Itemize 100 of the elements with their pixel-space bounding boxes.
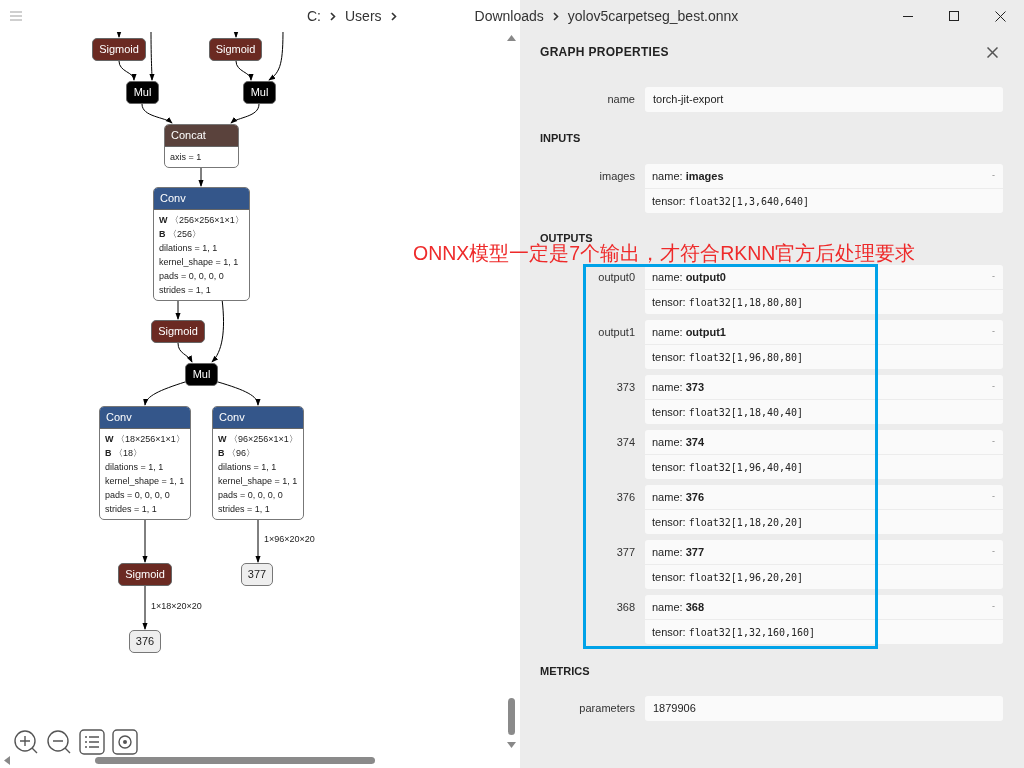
graph-node[interactable]: Mul	[185, 363, 218, 386]
node-attribute: W 〈96×256×1×1〉	[218, 433, 298, 446]
edge-arrow	[268, 32, 284, 81]
node-attribute: pads = 0, 0, 0, 0	[159, 270, 225, 283]
close-icon[interactable]	[995, 10, 1006, 22]
expand-button[interactable]: -	[992, 380, 995, 392]
list-icon[interactable]	[79, 729, 105, 755]
graph-node[interactable]: Sigmoid	[151, 320, 205, 343]
expand-button[interactable]: -	[992, 490, 995, 502]
edge-arrow	[142, 585, 148, 630]
field-label: output0	[597, 270, 635, 285]
node-header[interactable]: Conv	[154, 188, 249, 210]
zoom-in-icon[interactable]	[13, 729, 39, 755]
chevron-icon	[330, 11, 336, 21]
node-card[interactable]: Concat axis = 1	[164, 124, 239, 168]
node-attribute: kernel_shape = 1, 1	[105, 475, 185, 488]
expand-button[interactable]: -	[992, 169, 995, 181]
output-node[interactable]: 376	[129, 630, 161, 653]
field-label: 374	[615, 435, 635, 450]
expand-button[interactable]: -	[992, 435, 995, 447]
node-attribute: W 〈18×256×1×1〉	[105, 433, 185, 446]
graph-node[interactable]: Sigmoid	[92, 38, 146, 61]
scrollbar-thumb[interactable]	[95, 757, 375, 764]
node-attribute: dilations = 1, 1	[218, 461, 278, 474]
node-attribute: dilations = 1, 1	[159, 242, 219, 255]
scroll-left-icon[interactable]	[4, 756, 10, 765]
edge-arrow	[255, 518, 261, 563]
output-node[interactable]: 377	[241, 563, 273, 586]
tensor-type: tensor: float32[1,96,20,20]	[651, 570, 805, 585]
node-card[interactable]: Conv W 〈18×256×1×1〉 B 〈18〉 dilations = 1, 1 kernel_shape = 1, 1 pads = 0, 0, 0, 0 strides = 1, 1	[99, 406, 191, 520]
field-label: parameters	[578, 701, 635, 716]
section-heading: METRICS	[540, 664, 591, 679]
scroll-down-icon[interactable]	[507, 742, 516, 748]
node-attribute: B 〈256〉	[159, 228, 203, 241]
close-icon[interactable]	[987, 46, 998, 58]
edge-arrow	[235, 60, 253, 81]
expand-button[interactable]: -	[992, 270, 995, 282]
field-label: 377	[615, 545, 635, 560]
graph-node[interactable]: Sigmoid	[118, 563, 172, 586]
edge-label: 1×18×20×20	[151, 601, 202, 611]
expand-button[interactable]: -	[992, 325, 995, 337]
panel-title: GRAPH PROPERTIES	[540, 45, 669, 59]
breadcrumb-item[interactable]: Users	[345, 8, 382, 24]
node-attribute: strides = 1, 1	[105, 503, 158, 516]
edge-arrow	[116, 32, 122, 38]
chevron-icon	[552, 11, 559, 21]
tensor-type: tensor: float32[1,96,40,40]	[651, 460, 805, 475]
field-label: 376	[615, 490, 635, 505]
scroll-up-icon[interactable]	[507, 35, 516, 41]
edge-arrow	[177, 342, 193, 363]
scrollbar-thumb[interactable]	[508, 698, 515, 735]
breadcrumb-item[interactable]: C:	[307, 8, 321, 24]
zoom-out-icon[interactable]	[46, 729, 72, 755]
node-attribute: kernel_shape = 1, 1	[218, 475, 298, 488]
node-card[interactable]: Conv W 〈96×256×1×1〉 B 〈96〉 dilations = 1, 1 kernel_shape = 1, 1 pads = 0, 0, 0, 0 strides = 1, 1	[212, 406, 304, 520]
node-attribute: W 〈256×256×1×1〉	[159, 214, 244, 227]
node-attribute: pads = 0, 0, 0, 0	[218, 489, 284, 502]
annotation-text: ONNX模型一定是7个输出，才符合RKNN官方后处理要求	[413, 242, 916, 266]
node-attribute: kernel_shape = 1, 1	[159, 256, 240, 269]
graph-node[interactable]: Sigmoid	[209, 38, 262, 61]
node-attribute: strides = 1, 1	[159, 284, 212, 297]
field-label: 373	[615, 380, 635, 395]
field-label: output1	[597, 325, 635, 340]
node-attribute: strides = 1, 1	[218, 503, 271, 516]
edge-arrow	[230, 103, 260, 124]
node-attribute: dilations = 1, 1	[105, 461, 165, 474]
edge-arrow	[142, 518, 148, 563]
tensor-type: tensor: float32[1,3,640,640]	[651, 194, 811, 209]
breadcrumb-item[interactable]: Downloads	[474, 8, 544, 24]
graph-node[interactable]: Mul	[126, 81, 159, 104]
edge-arrow	[175, 298, 181, 320]
value-field: 1879906	[645, 696, 1003, 721]
edge-arrow	[149, 32, 155, 81]
expand-button[interactable]: -	[992, 545, 995, 557]
node-header[interactable]: Conv	[213, 407, 303, 429]
field-label: name	[606, 92, 635, 107]
tensor-type: tensor: float32[1,18,20,20]	[651, 515, 805, 530]
section-heading: OUTPUTS	[540, 231, 594, 244]
node-attribute: pads = 0, 0, 0, 0	[105, 489, 171, 502]
target-icon[interactable]	[112, 729, 138, 755]
maximize-icon[interactable]	[949, 11, 959, 21]
edge-arrow	[233, 32, 239, 38]
node-attribute: B 〈96〉	[218, 447, 256, 460]
edge-arrow	[211, 298, 225, 363]
node-attribute: B 〈18〉	[105, 447, 143, 460]
tensor-type: tensor: float32[1,32,160,160]	[651, 625, 817, 640]
chevron-icon	[390, 11, 397, 21]
node-header[interactable]: Concat	[165, 125, 238, 147]
edge-arrow	[118, 60, 136, 81]
graph-node[interactable]: Mul	[243, 81, 276, 104]
tensor-type: tensor: float32[1,18,80,80]	[651, 295, 805, 310]
field-label: images	[598, 169, 635, 184]
edge-arrow	[141, 103, 173, 124]
node-attribute: axis = 1	[170, 151, 203, 164]
field-label: 368	[615, 600, 635, 615]
expand-button[interactable]: -	[992, 600, 995, 612]
node-header[interactable]: Conv	[100, 407, 190, 429]
edge-arrow	[217, 381, 260, 406]
breadcrumb-item[interactable]: yolov5carpetseg_best.onnx	[567, 8, 739, 24]
node-card[interactable]: Conv W 〈256×256×1×1〉 B 〈256〉 dilations = 1, 1 kernel_shape = 1, 1 pads = 0, 0, 0, 0 strides = 1, 1	[153, 187, 250, 301]
